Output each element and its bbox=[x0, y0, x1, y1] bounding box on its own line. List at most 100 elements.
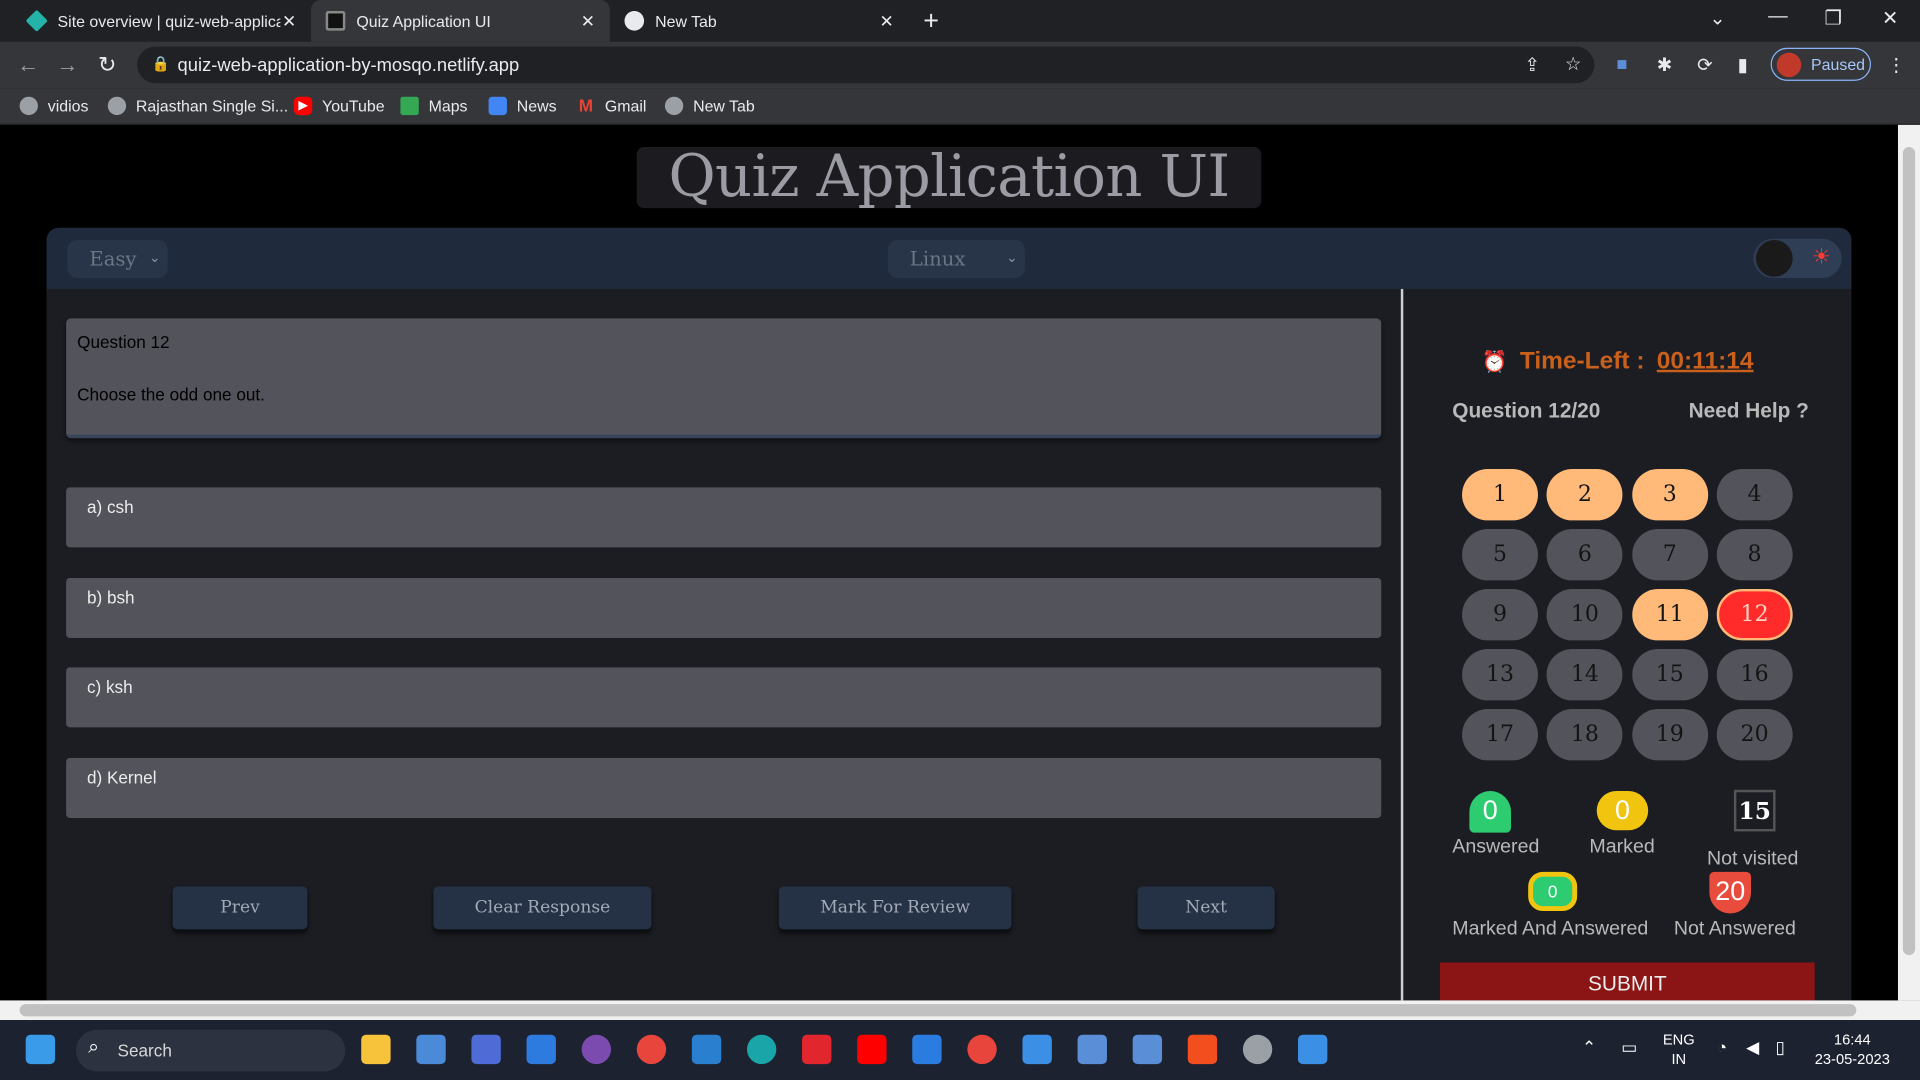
question-palette-item-2[interactable]: 2 bbox=[1546, 468, 1623, 521]
need-help-link[interactable]: Need Help ? bbox=[1689, 399, 1809, 423]
next-button[interactable]: Next bbox=[1137, 886, 1275, 930]
question-palette-item-13[interactable]: 13 bbox=[1462, 648, 1538, 701]
display-icon[interactable]: ▭ bbox=[1621, 1037, 1637, 1057]
back-icon[interactable]: ← bbox=[17, 53, 39, 79]
side-panel-icon[interactable]: ▮ bbox=[1738, 54, 1748, 76]
wifi-icon[interactable]: ◔ bbox=[1717, 1037, 1727, 1057]
battery-icon[interactable]: ▯ bbox=[1776, 1037, 1785, 1057]
chevron-down-icon: ⌄ bbox=[149, 251, 161, 266]
difficulty-select[interactable]: Easy ⌄ bbox=[67, 240, 168, 278]
question-palette-item-5[interactable]: 5 bbox=[1462, 528, 1538, 581]
clear-response-button[interactable]: Clear Response bbox=[433, 886, 652, 930]
taskbar-search[interactable]: ⌕ Search bbox=[75, 1029, 346, 1072]
settings-icon[interactable] bbox=[1242, 1034, 1273, 1065]
scrollbar-thumb[interactable] bbox=[1902, 146, 1916, 956]
puzzle-icon[interactable]: ✱ bbox=[1657, 54, 1672, 76]
question-palette-item-4[interactable]: 4 bbox=[1716, 468, 1793, 521]
question-palette-item-11[interactable]: 11 bbox=[1631, 588, 1708, 641]
bookmark-new-tab[interactable]: New Tab bbox=[664, 96, 755, 116]
prev-button[interactable]: Prev bbox=[172, 886, 308, 930]
sync-icon[interactable]: ⟳ bbox=[1697, 54, 1712, 76]
submit-button[interactable]: SUBMIT bbox=[1440, 962, 1815, 1001]
youtube-icon: ▶ bbox=[293, 96, 313, 116]
marked-answered-label: Marked And Answered bbox=[1452, 918, 1649, 940]
maximize-button[interactable]: ❐ bbox=[1825, 6, 1843, 30]
question-palette-item-12[interactable]: 12 bbox=[1716, 588, 1793, 641]
question-palette-item-1[interactable]: 1 bbox=[1462, 468, 1538, 521]
horizontal-scrollbar[interactable] bbox=[0, 1000, 1920, 1021]
app-icon[interactable] bbox=[802, 1034, 832, 1065]
tab-search-icon[interactable]: ⌄ bbox=[1709, 6, 1725, 30]
question-palette-item-8[interactable]: 8 bbox=[1716, 528, 1793, 581]
question-palette-item-9[interactable]: 9 bbox=[1462, 588, 1538, 641]
app-icon[interactable] bbox=[1132, 1034, 1163, 1065]
bookmark-vidios[interactable]: vidios bbox=[19, 96, 89, 116]
file-explorer-icon[interactable] bbox=[361, 1034, 391, 1065]
category-select[interactable]: Linux ⌄ bbox=[887, 240, 1025, 278]
theme-toggle[interactable]: ☀ bbox=[1753, 238, 1842, 278]
tab-site-overview[interactable]: Site overview | quiz-web-applicat ✕ bbox=[12, 0, 311, 42]
minimize-button[interactable]: — bbox=[1768, 6, 1788, 28]
option-c[interactable]: c) ksh bbox=[66, 667, 1382, 728]
clock[interactable]: 16:44 23-05-2023 bbox=[1815, 1030, 1890, 1069]
volume-icon[interactable]: ◀ bbox=[1746, 1037, 1759, 1057]
close-icon[interactable]: ✕ bbox=[581, 11, 595, 32]
tab-quiz-application[interactable]: Quiz Application UI ✕ bbox=[311, 0, 610, 42]
vscode-icon[interactable] bbox=[691, 1034, 722, 1065]
store-icon[interactable] bbox=[416, 1034, 446, 1065]
app-icon[interactable] bbox=[1297, 1034, 1328, 1065]
mark-for-review-button[interactable]: Mark For Review bbox=[778, 886, 1012, 930]
forward-icon[interactable]: → bbox=[56, 53, 78, 79]
question-palette-item-16[interactable]: 16 bbox=[1716, 648, 1793, 701]
question-palette-item-18[interactable]: 18 bbox=[1546, 708, 1623, 761]
language-indicator[interactable]: ENG IN bbox=[1663, 1030, 1695, 1069]
app-icon[interactable] bbox=[1077, 1034, 1107, 1065]
extension-icon[interactable]: ■ bbox=[1616, 54, 1627, 75]
reload-icon[interactable]: ↻ bbox=[98, 53, 116, 79]
scrollbar-thumb[interactable] bbox=[19, 1004, 1857, 1017]
question-palette-item-14[interactable]: 14 bbox=[1546, 648, 1623, 701]
window-close-button[interactable]: ✕ bbox=[1882, 6, 1898, 30]
windows-start-icon[interactable] bbox=[25, 1034, 56, 1065]
app-icon[interactable] bbox=[471, 1034, 501, 1065]
alarm-clock-icon: ⏰ bbox=[1481, 349, 1508, 373]
question-palette-item-7[interactable]: 7 bbox=[1631, 528, 1708, 581]
bookmark-gmail[interactable]: M Gmail bbox=[577, 96, 647, 115]
close-icon[interactable]: ✕ bbox=[282, 11, 296, 32]
address-bar[interactable]: 🔒 quiz-web-application-by-mosqo.netlify.… bbox=[137, 46, 1595, 84]
vertical-scrollbar[interactable] bbox=[1897, 124, 1920, 1001]
tab-new-tab[interactable]: New Tab ✕ bbox=[610, 0, 909, 42]
youtube-icon[interactable] bbox=[857, 1034, 887, 1065]
question-palette-item-19[interactable]: 19 bbox=[1631, 708, 1708, 761]
option-b[interactable]: b) bsh bbox=[66, 577, 1382, 638]
bookmark-youtube[interactable]: ▶ YouTube bbox=[293, 96, 385, 116]
bing-icon[interactable] bbox=[912, 1034, 942, 1065]
bookmark-news[interactable]: News bbox=[488, 96, 557, 116]
question-palette-item-10[interactable]: 10 bbox=[1546, 588, 1623, 641]
question-palette-item-17[interactable]: 17 bbox=[1462, 708, 1538, 761]
bookmark-rajasthan[interactable]: Rajasthan Single Si... bbox=[107, 96, 288, 116]
question-palette-item-3[interactable]: 3 bbox=[1631, 468, 1708, 521]
question-palette-item-15[interactable]: 15 bbox=[1631, 648, 1708, 701]
menu-icon[interactable]: ⋮ bbox=[1887, 54, 1905, 76]
bookmark-maps[interactable]: Maps bbox=[400, 96, 468, 116]
edge-icon[interactable] bbox=[746, 1034, 777, 1065]
chrome-icon[interactable] bbox=[636, 1034, 667, 1065]
app-icon[interactable] bbox=[526, 1034, 556, 1065]
option-a[interactable]: a) csh bbox=[66, 487, 1382, 548]
chrome-icon[interactable] bbox=[967, 1034, 997, 1065]
star-icon[interactable]: ☆ bbox=[1565, 53, 1581, 75]
chevron-up-icon[interactable]: ⌃ bbox=[1582, 1037, 1596, 1057]
browser-toolbar: ← → ↻ 🔒 quiz-web-application-by-mosqo.ne… bbox=[0, 41, 1920, 89]
close-icon[interactable]: ✕ bbox=[880, 11, 894, 32]
share-icon[interactable]: ⇪ bbox=[1525, 54, 1540, 76]
question-palette-item-20[interactable]: 20 bbox=[1716, 708, 1793, 761]
panel-divider bbox=[1400, 288, 1404, 1001]
option-d[interactable]: d) Kernel bbox=[66, 757, 1382, 818]
figma-icon[interactable] bbox=[1187, 1034, 1218, 1065]
question-palette-item-6[interactable]: 6 bbox=[1546, 528, 1623, 581]
notepad-icon[interactable] bbox=[1022, 1034, 1052, 1065]
github-icon[interactable] bbox=[581, 1034, 612, 1065]
new-tab-button[interactable]: + bbox=[923, 5, 939, 37]
profile-button[interactable]: Paused bbox=[1770, 47, 1872, 81]
